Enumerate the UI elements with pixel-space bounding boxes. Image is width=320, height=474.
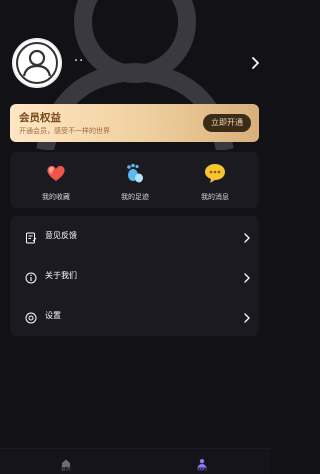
quick-actions-card: 我的收藏 我的足迹 我的消息 xyxy=(10,152,259,208)
tab-label: 首页 xyxy=(60,466,71,472)
tab-mine[interactable]: 我的 xyxy=(182,453,222,473)
vip-membership-card[interactable]: 会员权益 开通会员，感受不一样的世界 立即开通 xyxy=(10,104,259,142)
tab-home[interactable]: 首页 xyxy=(46,453,86,473)
chevron-right-icon[interactable] xyxy=(248,55,262,71)
avatar[interactable] xyxy=(12,38,62,88)
home-icon xyxy=(61,453,71,467)
vip-subtitle: 开通会员，感受不一样的世界 xyxy=(19,127,110,135)
menu-item-settings[interactable]: 设置 xyxy=(10,296,259,336)
profile-header[interactable]: ·· xyxy=(12,38,262,88)
menu-item-label: 关于我们 xyxy=(45,271,77,280)
chevron-right-icon xyxy=(243,269,251,283)
activate-vip-button[interactable]: 立即开通 xyxy=(203,114,251,132)
message-bubble-icon xyxy=(204,162,226,184)
chevron-right-icon xyxy=(243,229,251,243)
quick-action-label: 我的消息 xyxy=(201,193,229,201)
footprint-icon xyxy=(124,162,146,184)
info-icon xyxy=(25,269,37,284)
menu-item-feedback[interactable]: 意见反馈 xyxy=(10,216,259,256)
bottom-tab-bar: 首页 我的 xyxy=(0,448,270,474)
tab-label: 我的 xyxy=(196,466,207,472)
chevron-right-icon xyxy=(243,309,251,323)
vip-title: 会员权益 xyxy=(19,112,61,124)
quick-action-label: 我的收藏 xyxy=(42,193,70,201)
user-icon xyxy=(197,453,207,468)
settings-icon xyxy=(25,309,37,324)
quick-action-messages[interactable]: 我的消息 xyxy=(180,162,250,206)
quick-action-label: 我的足迹 xyxy=(121,193,149,201)
menu-card: 意见反馈 关于我们 设置 xyxy=(10,216,259,336)
feedback-icon xyxy=(25,229,37,244)
quick-action-footprints[interactable]: 我的足迹 xyxy=(100,162,170,206)
nickname: ·· xyxy=(74,54,85,69)
menu-item-about[interactable]: 关于我们 xyxy=(10,256,259,296)
quick-action-favorites[interactable]: 我的收藏 xyxy=(21,162,91,206)
menu-item-label: 设置 xyxy=(45,311,61,320)
hearts-icon xyxy=(45,162,67,184)
menu-item-label: 意见反馈 xyxy=(45,231,77,240)
